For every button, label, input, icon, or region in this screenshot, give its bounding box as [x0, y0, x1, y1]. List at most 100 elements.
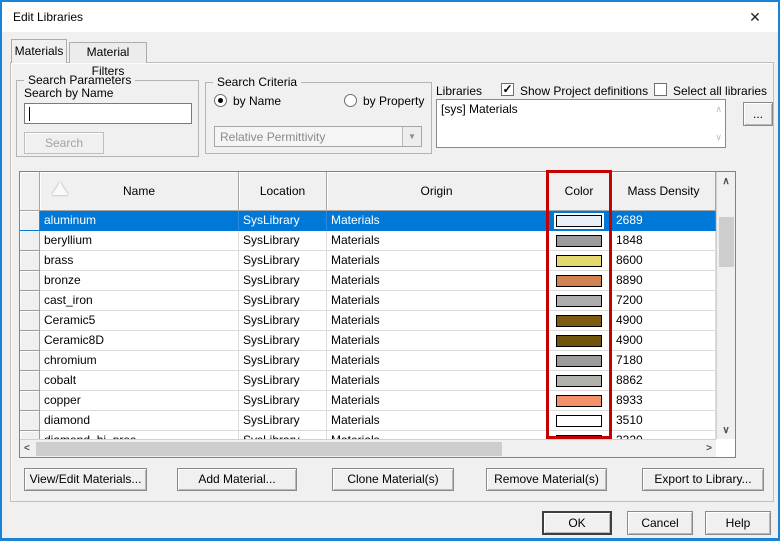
radio-by-property-label[interactable]: by Property: [363, 94, 424, 108]
row-selector-cell[interactable]: [20, 231, 40, 251]
row-selector-cell[interactable]: [20, 271, 40, 291]
scroll-down-icon[interactable]: ∨: [715, 132, 722, 143]
table-row[interactable]: Ceramic5 SysLibrary Materials 4900: [20, 311, 716, 331]
row-selector-cell[interactable]: [20, 431, 40, 439]
table-row[interactable]: copper SysLibrary Materials 8933: [20, 391, 716, 411]
libraries-listbox[interactable]: [sys] Materials ∧ ∨: [436, 99, 726, 148]
export-to-library-button[interactable]: Export to Library...: [642, 468, 764, 491]
scroll-up-icon[interactable]: ∧: [715, 104, 722, 115]
material-mass-density-cell: 4900: [612, 311, 716, 331]
row-selector-cell[interactable]: [20, 371, 40, 391]
column-header-origin-label: Origin: [420, 184, 453, 198]
material-mass-density-cell: 4900: [612, 331, 716, 351]
material-color-cell: [547, 271, 612, 291]
remove-materials-button[interactable]: Remove Material(s): [486, 468, 607, 491]
color-swatch[interactable]: [556, 214, 602, 227]
row-selector-cell[interactable]: [20, 331, 40, 351]
tab-materials[interactable]: Materials: [11, 39, 67, 63]
table-row[interactable]: aluminum SysLibrary Materials 2689: [20, 211, 716, 231]
horizontal-scrollbar[interactable]: < >: [20, 439, 716, 457]
material-mass-density-cell: 8933: [612, 391, 716, 411]
column-header-mass-density[interactable]: Mass Density: [612, 172, 716, 211]
material-location-cell: SysLibrary: [239, 271, 327, 291]
add-material-button[interactable]: Add Material...: [177, 468, 297, 491]
search-button[interactable]: Search: [24, 132, 104, 154]
select-all-libraries-label[interactable]: Select all libraries: [673, 84, 767, 98]
table-row[interactable]: diamond_hi_presSysLibraryMaterials 3320: [20, 431, 716, 439]
material-origin-cell: Materials: [327, 411, 547, 431]
color-swatch[interactable]: [556, 414, 602, 427]
row-selector-cell[interactable]: [20, 211, 40, 231]
material-mass-density-cell: 1848: [612, 231, 716, 251]
scroll-down-icon[interactable]: ∨: [717, 425, 735, 436]
color-swatch[interactable]: [556, 354, 602, 367]
ok-button[interactable]: OK: [542, 511, 612, 535]
table-row[interactable]: beryllium SysLibrary Materials 1848: [20, 231, 716, 251]
table-row[interactable]: Ceramic8D SysLibrary Materials 4900: [20, 331, 716, 351]
select-all-libraries-checkbox[interactable]: [654, 83, 667, 96]
browse-libraries-button[interactable]: ...: [743, 102, 773, 126]
color-swatch[interactable]: [556, 334, 602, 347]
scroll-left-icon[interactable]: <: [24, 443, 30, 454]
property-select[interactable]: Relative Permittivity ▼: [214, 126, 422, 147]
vertical-scrollbar[interactable]: ∧ ∨: [716, 172, 735, 439]
search-name-input[interactable]: [24, 103, 192, 124]
color-swatch[interactable]: [556, 254, 602, 267]
material-origin-cell: Materials: [327, 231, 547, 251]
clone-materials-button[interactable]: Clone Material(s): [332, 468, 454, 491]
material-color-cell: [547, 291, 612, 311]
radio-by-name[interactable]: [214, 94, 227, 107]
material-origin-cell: Materials: [327, 391, 547, 411]
scroll-up-icon[interactable]: ∧: [717, 176, 735, 187]
show-project-definitions-checkbox[interactable]: ✓: [501, 83, 514, 96]
column-header-name[interactable]: Name: [40, 172, 239, 211]
table-row[interactable]: bronze SysLibrary Materials 8890: [20, 271, 716, 291]
color-swatch[interactable]: [556, 394, 602, 407]
radio-by-name-label[interactable]: by Name: [233, 94, 281, 108]
column-header-color[interactable]: Color: [547, 172, 612, 211]
table-row[interactable]: diamond SysLibrary Materials 3510: [20, 411, 716, 431]
row-selector-cell[interactable]: [20, 391, 40, 411]
material-location-cell: SysLibrary: [239, 431, 327, 439]
show-project-definitions-label[interactable]: Show Project definitions: [520, 84, 648, 98]
color-swatch[interactable]: [556, 314, 602, 327]
row-selector-cell[interactable]: [20, 251, 40, 271]
help-button[interactable]: Help: [705, 511, 771, 535]
row-selector-cell[interactable]: [20, 411, 40, 431]
row-selector-cell[interactable]: [20, 311, 40, 331]
cancel-button[interactable]: Cancel: [627, 511, 693, 535]
table-row[interactable]: brass SysLibrary Materials 8600: [20, 251, 716, 271]
vertical-scrollbar-thumb[interactable]: [719, 217, 734, 267]
column-header-location[interactable]: Location: [239, 172, 327, 211]
color-swatch[interactable]: [556, 274, 602, 287]
search-by-name-label: Search by Name: [24, 86, 114, 100]
library-item[interactable]: [sys] Materials: [437, 100, 725, 118]
radio-by-property[interactable]: [344, 94, 357, 107]
chevron-down-icon[interactable]: ▼: [402, 127, 421, 146]
close-icon[interactable]: ✕: [746, 8, 764, 26]
row-selector-cell[interactable]: [20, 291, 40, 311]
tab-material-filters[interactable]: Material Filters: [69, 42, 147, 78]
material-mass-density-cell: 7180: [612, 351, 716, 371]
title-bar[interactable]: Edit Libraries ✕: [2, 2, 778, 32]
table-row[interactable]: cast_iron SysLibrary Materials 7200: [20, 291, 716, 311]
column-header-origin[interactable]: Origin: [327, 172, 547, 211]
scroll-right-icon[interactable]: >: [706, 443, 712, 454]
view-edit-materials-button[interactable]: View/Edit Materials...: [24, 468, 147, 491]
material-name-cell: bronze: [40, 271, 239, 291]
material-origin-cell: Materials: [327, 211, 547, 231]
table-row[interactable]: cobalt SysLibrary Materials 8862: [20, 371, 716, 391]
color-swatch[interactable]: [556, 234, 602, 247]
column-header-color-label: Color: [564, 184, 594, 198]
row-selector-cell[interactable]: [20, 351, 40, 371]
material-color-cell: [547, 311, 612, 331]
material-name-cell: Ceramic5: [40, 311, 239, 331]
material-location-cell: SysLibrary: [239, 411, 327, 431]
material-name-cell: brass: [40, 251, 239, 271]
table-row[interactable]: chromium SysLibrary Materials 7180: [20, 351, 716, 371]
horizontal-scrollbar-thumb[interactable]: [36, 442, 502, 456]
color-swatch[interactable]: [556, 294, 602, 307]
color-swatch[interactable]: [556, 374, 602, 387]
material-location-cell: SysLibrary: [239, 371, 327, 391]
material-color-cell: [547, 411, 612, 431]
